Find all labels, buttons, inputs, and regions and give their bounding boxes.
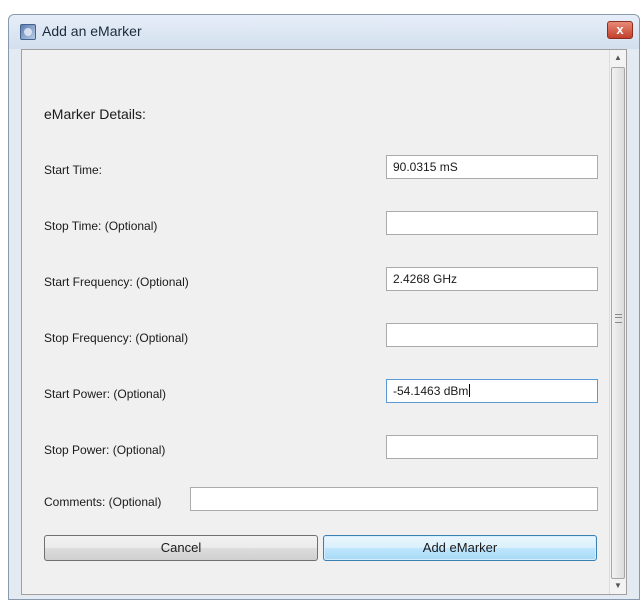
stop-frequency-field[interactable] [386,323,598,347]
title-bar[interactable]: Add an eMarker x [9,15,639,49]
start-power-label: Start Power: (Optional) [44,387,167,401]
comments-field[interactable] [190,487,598,511]
add-emarker-button[interactable]: Add eMarker [323,535,597,561]
section-title: eMarker Details: [44,106,146,122]
stop-frequency-label: Stop Frequency: (Optional) [44,331,189,345]
scroll-down-arrow-icon[interactable]: ▼ [610,578,626,594]
stop-power-field[interactable] [386,435,598,459]
comments-label: Comments: (Optional) [44,495,162,509]
stop-power-label: Stop Power: (Optional) [44,443,166,457]
grip-icon [615,314,622,323]
start-frequency-label: Start Frequency: (Optional) [44,275,189,289]
stop-time-label: Stop Time: (Optional) [44,219,158,233]
scrollbar-thumb[interactable] [611,67,625,579]
start-time-label: Start Time: [44,163,103,177]
text-caret [469,384,471,397]
start-power-value: -54.1463 dBm [393,384,469,398]
cancel-button[interactable]: Cancel [44,535,318,561]
window-title: Add an eMarker [42,23,142,39]
dialog-body: eMarker Details: Start Time: 90.0315 mS … [21,49,627,595]
add-emarker-dialog: Add an eMarker x eMarker Details: Start … [8,14,640,600]
vertical-scrollbar[interactable]: ▲ ▼ [609,50,626,594]
start-frequency-field[interactable]: 2.4268 GHz [386,267,598,291]
start-time-field[interactable]: 90.0315 mS [386,155,598,179]
start-power-field[interactable]: -54.1463 dBm [386,379,598,403]
close-button[interactable]: x [607,21,633,39]
app-icon [20,24,36,40]
stop-time-field[interactable] [386,211,598,235]
scroll-up-arrow-icon[interactable]: ▲ [610,50,626,66]
